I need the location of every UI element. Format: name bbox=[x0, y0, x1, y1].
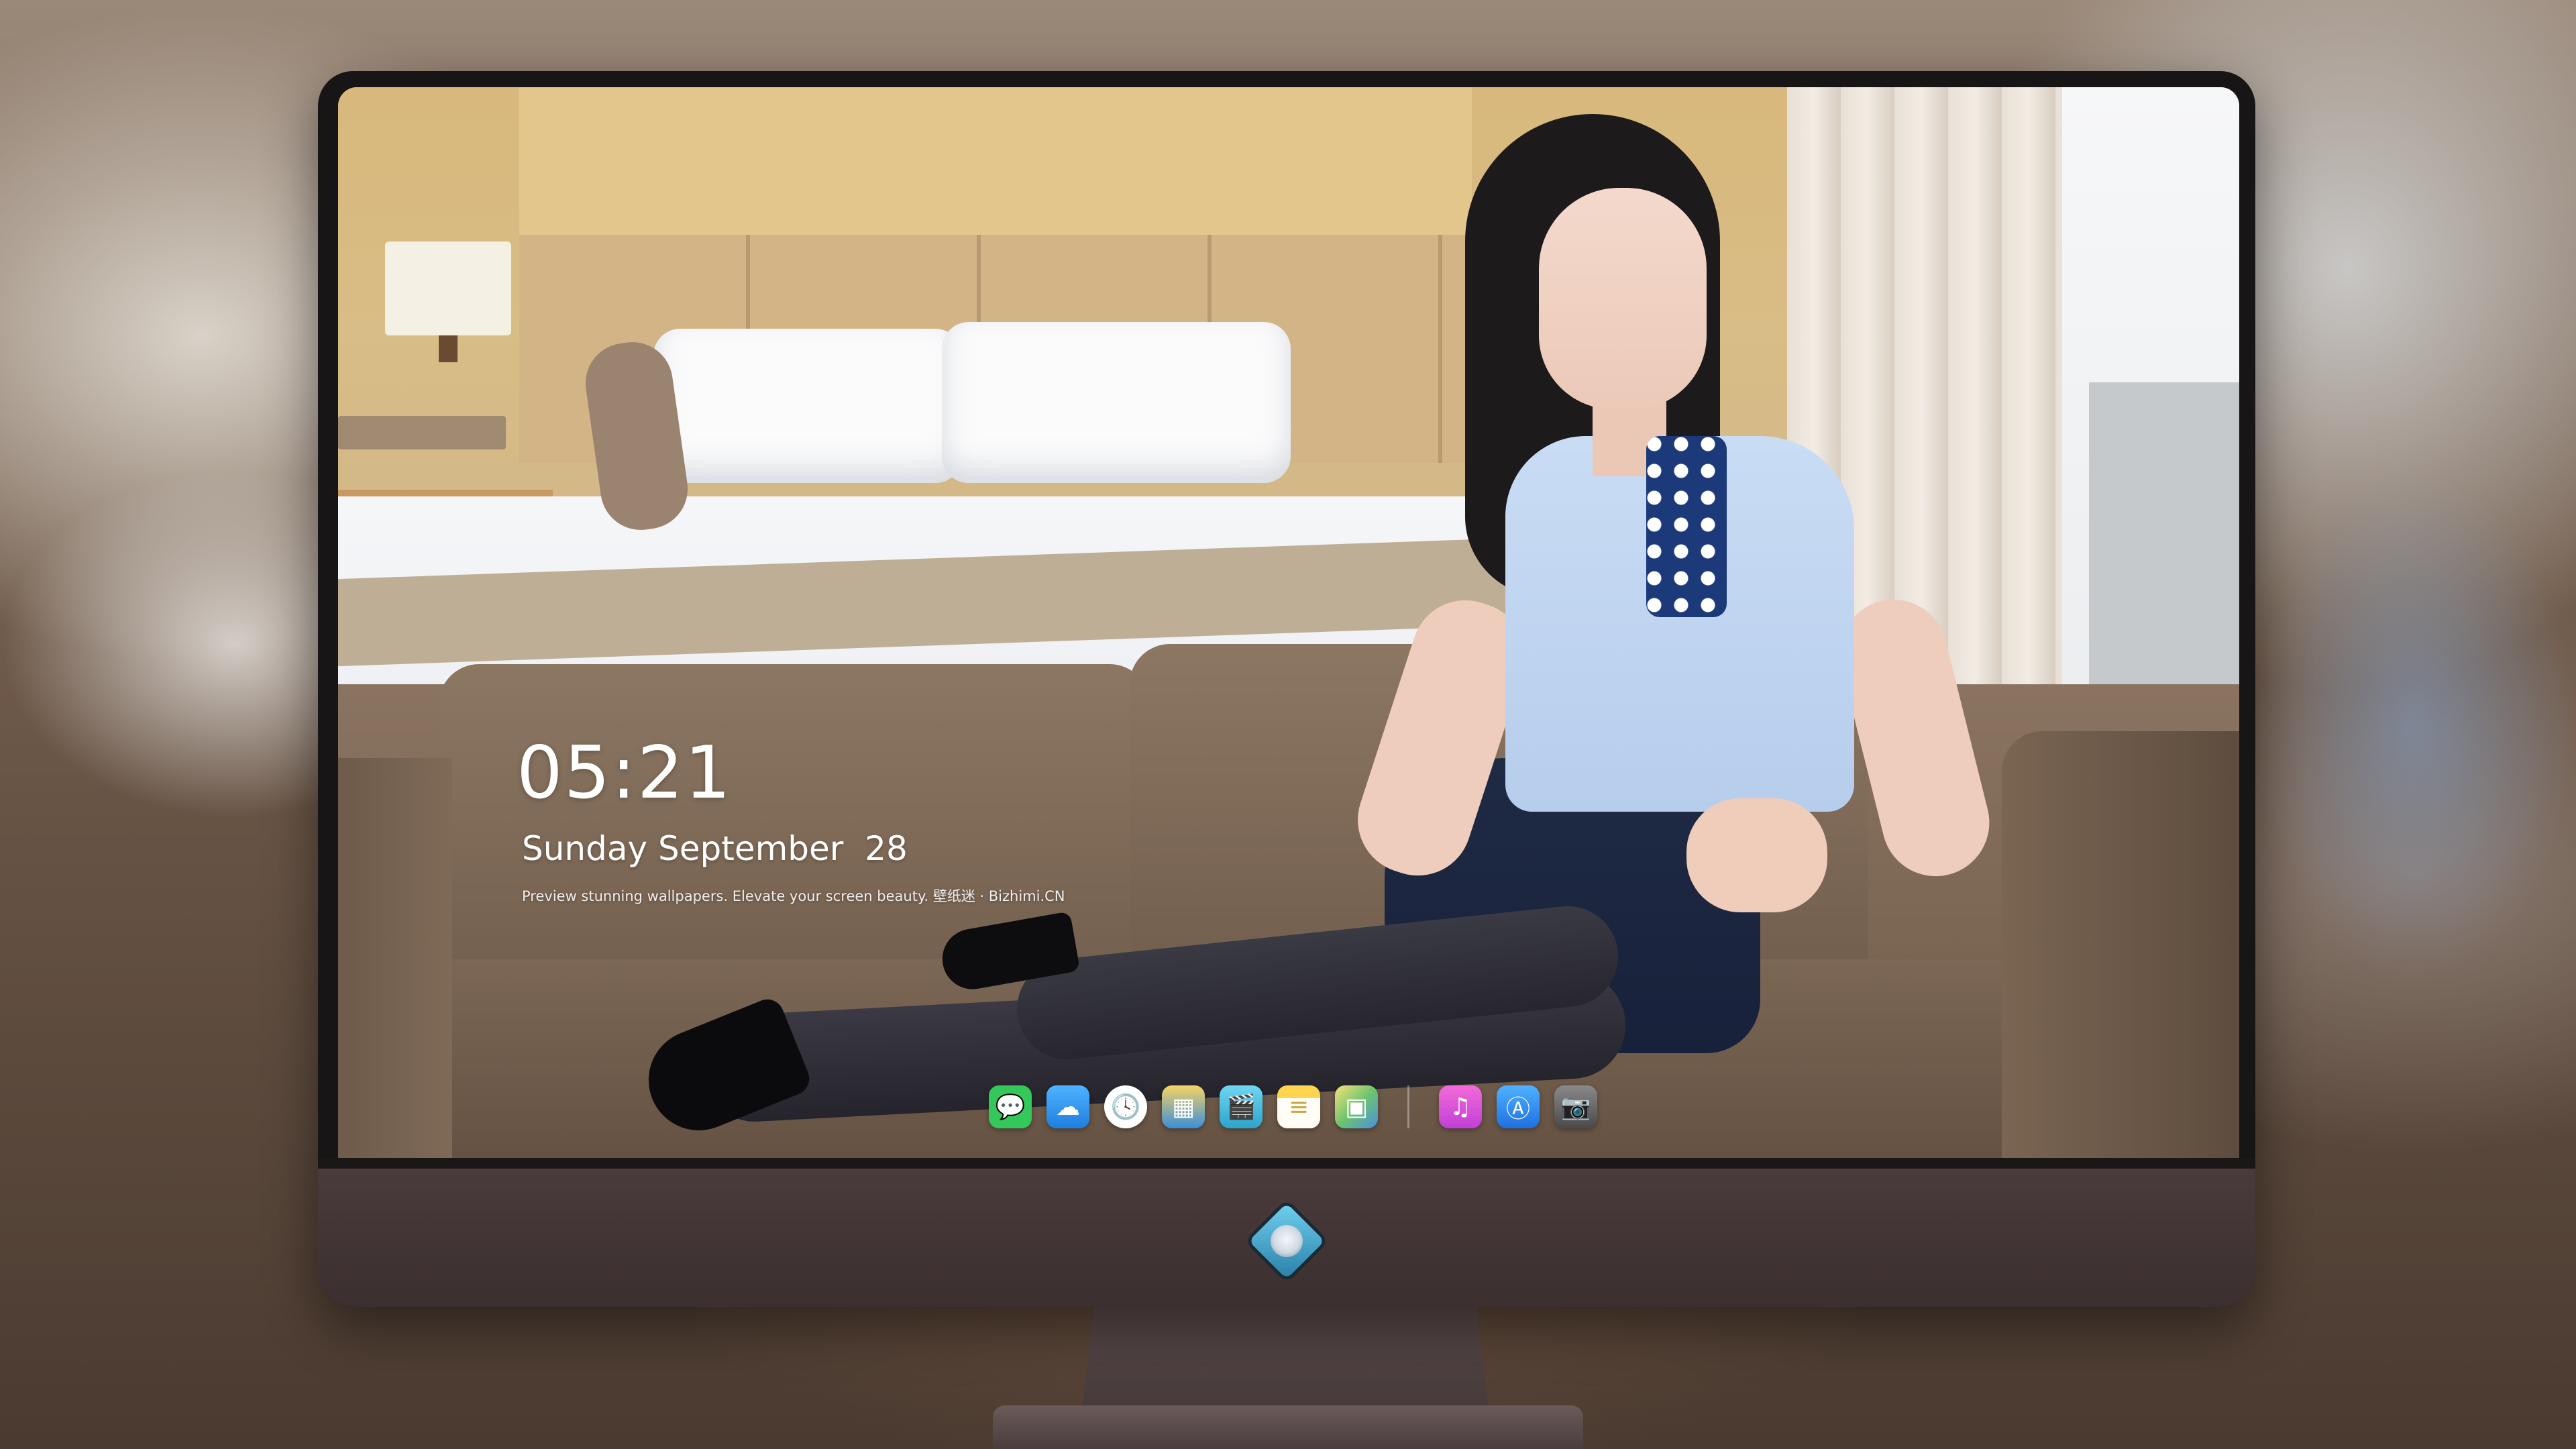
bezel-divider bbox=[318, 1158, 2255, 1169]
messages-glyph: 💬 bbox=[995, 1093, 1026, 1121]
camera-glyph: 📷 bbox=[1560, 1093, 1591, 1121]
wallpaper-figure-face bbox=[1539, 188, 1707, 409]
wallpaper-pillow bbox=[942, 322, 1291, 483]
desktop-background: 05:21 Sunday September 28 Preview stunni… bbox=[0, 0, 2576, 1449]
lockscreen-tagline: Preview stunning wallpapers. Elevate you… bbox=[522, 888, 1065, 904]
wallpaper-wall-panel bbox=[519, 87, 1472, 235]
preview-glyph: ▦ bbox=[1171, 1093, 1195, 1121]
wallpaper-lamp-shade bbox=[385, 241, 511, 335]
dock: 💬 ☁ 🕓 ▦ 🎬 ≡ ▣ ♫ Ⓐ 📷 bbox=[989, 1079, 1597, 1135]
clock-icon[interactable]: 🕓 bbox=[1104, 1085, 1147, 1128]
music-glyph: ♫ bbox=[1449, 1093, 1472, 1121]
monitor-chin bbox=[318, 1169, 2255, 1307]
wallpaper-sofa-arm bbox=[2002, 731, 2239, 1158]
brand-logo-emblem bbox=[1271, 1225, 1303, 1257]
app-store-glyph: Ⓐ bbox=[1505, 1095, 1530, 1123]
messages-icon[interactable]: 💬 bbox=[989, 1085, 1032, 1128]
app-store-icon[interactable]: Ⓐ bbox=[1497, 1085, 1540, 1128]
lockscreen-date: Sunday September 28 bbox=[522, 829, 908, 868]
preview-icon[interactable]: ▦ bbox=[1162, 1085, 1205, 1128]
wallpaper-sofa-arm bbox=[338, 758, 452, 1158]
wallpaper-pillow bbox=[653, 329, 962, 483]
camera-icon[interactable]: 📷 bbox=[1554, 1085, 1597, 1128]
lockscreen-clock: 05:21 bbox=[517, 731, 733, 815]
weather-glyph: ☁ bbox=[1056, 1093, 1080, 1121]
wallpaper-figure-hands bbox=[1686, 798, 1827, 912]
wallpaper-switch-panel bbox=[338, 416, 506, 449]
photo-booth-glyph: ▣ bbox=[1344, 1093, 1368, 1121]
clips-icon[interactable]: 🎬 bbox=[1220, 1085, 1263, 1128]
screen[interactable]: 05:21 Sunday September 28 Preview stunni… bbox=[338, 87, 2239, 1158]
clock-glyph: 🕓 bbox=[1110, 1093, 1141, 1121]
brand-logo-icon bbox=[1248, 1203, 1325, 1279]
music-icon[interactable]: ♫ bbox=[1439, 1085, 1482, 1128]
notes-icon[interactable]: ≡ bbox=[1277, 1085, 1320, 1128]
photo-booth-icon[interactable]: ▣ bbox=[1335, 1085, 1378, 1128]
clips-glyph: 🎬 bbox=[1226, 1093, 1256, 1121]
wallpaper-figure-scarf bbox=[1646, 436, 1727, 617]
weather-icon[interactable]: ☁ bbox=[1046, 1085, 1089, 1128]
notes-glyph: ≡ bbox=[1288, 1093, 1309, 1121]
dock-separator bbox=[1407, 1085, 1409, 1128]
wallpaper-lamp-stem bbox=[439, 335, 458, 362]
monitor: 05:21 Sunday September 28 Preview stunni… bbox=[318, 71, 2255, 1307]
monitor-stand-base bbox=[993, 1405, 1583, 1449]
